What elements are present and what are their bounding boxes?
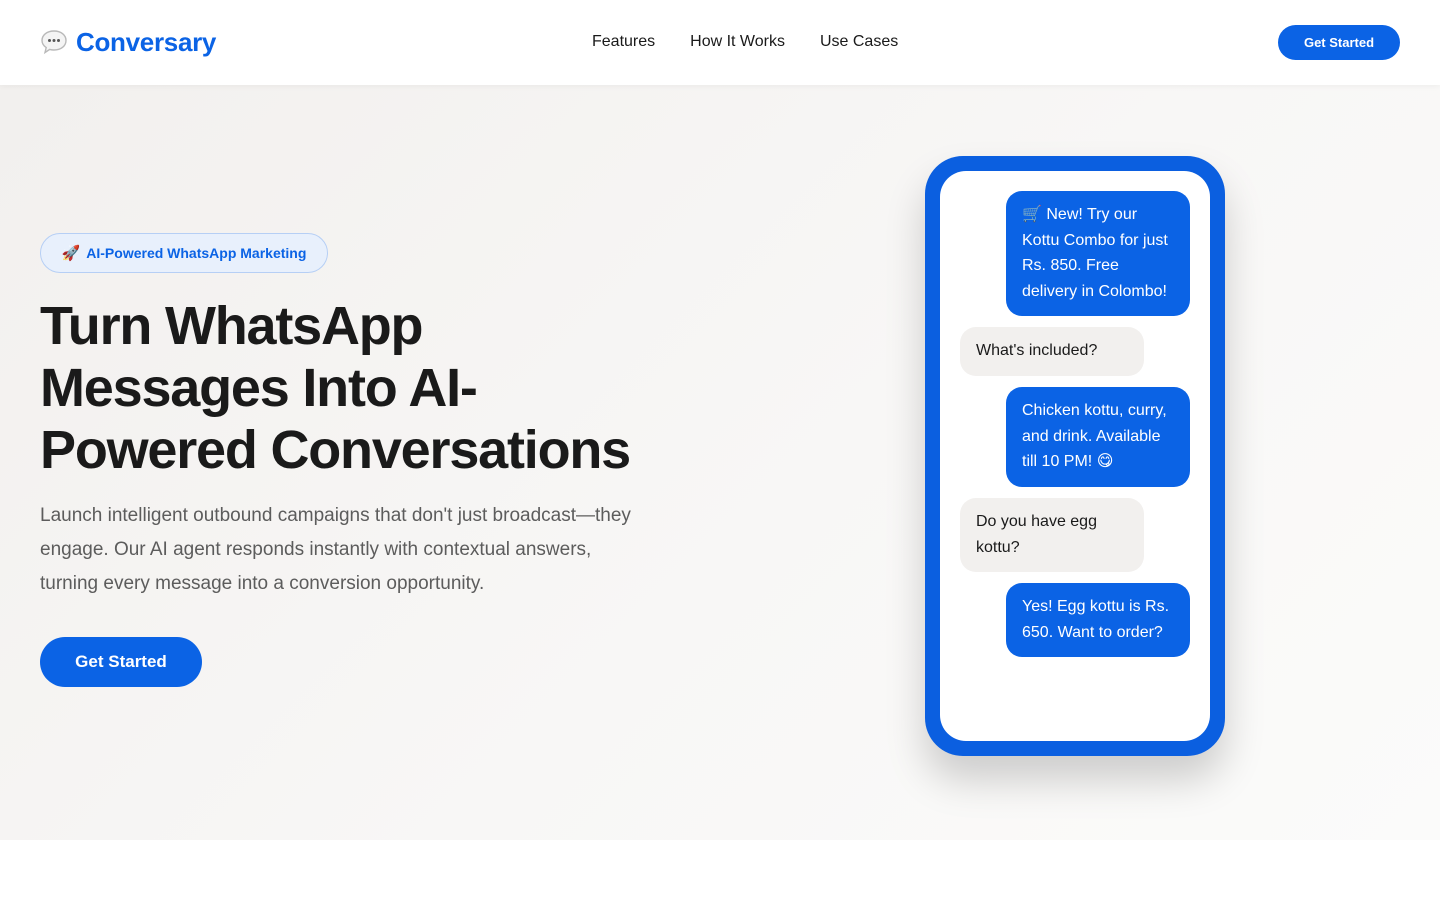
main-nav: Features How It Works Use Cases xyxy=(592,30,898,54)
chat-message-outgoing: Yes! Egg kottu is Rs. 650. Want to order… xyxy=(1006,583,1190,657)
chat-message-incoming: Do you have egg kottu? xyxy=(960,498,1144,572)
brand-logo[interactable]: Conversary xyxy=(40,24,216,60)
speech-bubble-icon xyxy=(40,28,68,56)
phone-mockup: 🛒 New! Try our Kottu Combo for just Rs. … xyxy=(925,156,1225,756)
next-section-edge xyxy=(0,840,1440,900)
header-get-started-button[interactable]: Get Started xyxy=(1278,25,1400,60)
nav-link-use-cases[interactable]: Use Cases xyxy=(820,30,898,54)
badge-label: AI-Powered WhatsApp Marketing xyxy=(86,245,307,261)
hero-headline: Turn WhatsApp Messages Into AI-Powered C… xyxy=(40,296,631,480)
nav-link-how-it-works[interactable]: How It Works xyxy=(690,30,785,54)
hero-subhead: Launch intelligent outbound campaigns th… xyxy=(40,505,631,594)
feature-badge: 🚀 AI-Powered WhatsApp Marketing xyxy=(40,233,328,273)
brand-name: Conversary xyxy=(76,26,217,57)
chat-message-incoming: What's included? xyxy=(960,327,1144,376)
chat-message-outgoing: Chicken kottu, curry, and drink. Availab… xyxy=(1006,387,1190,487)
rocket-icon: 🚀 xyxy=(61,244,81,262)
nav-link-features[interactable]: Features xyxy=(592,30,655,54)
hero-get-started-button[interactable]: Get Started xyxy=(40,637,202,687)
chat-screen: 🛒 New! Try our Kottu Combo for just Rs. … xyxy=(940,171,1210,741)
hero-section: 🚀 AI-Powered WhatsApp Marketing Turn Wha… xyxy=(0,85,1440,840)
site-header: Conversary Features How It Works Use Cas… xyxy=(0,0,1440,85)
chat-message-outgoing: 🛒 New! Try our Kottu Combo for just Rs. … xyxy=(1006,191,1190,316)
